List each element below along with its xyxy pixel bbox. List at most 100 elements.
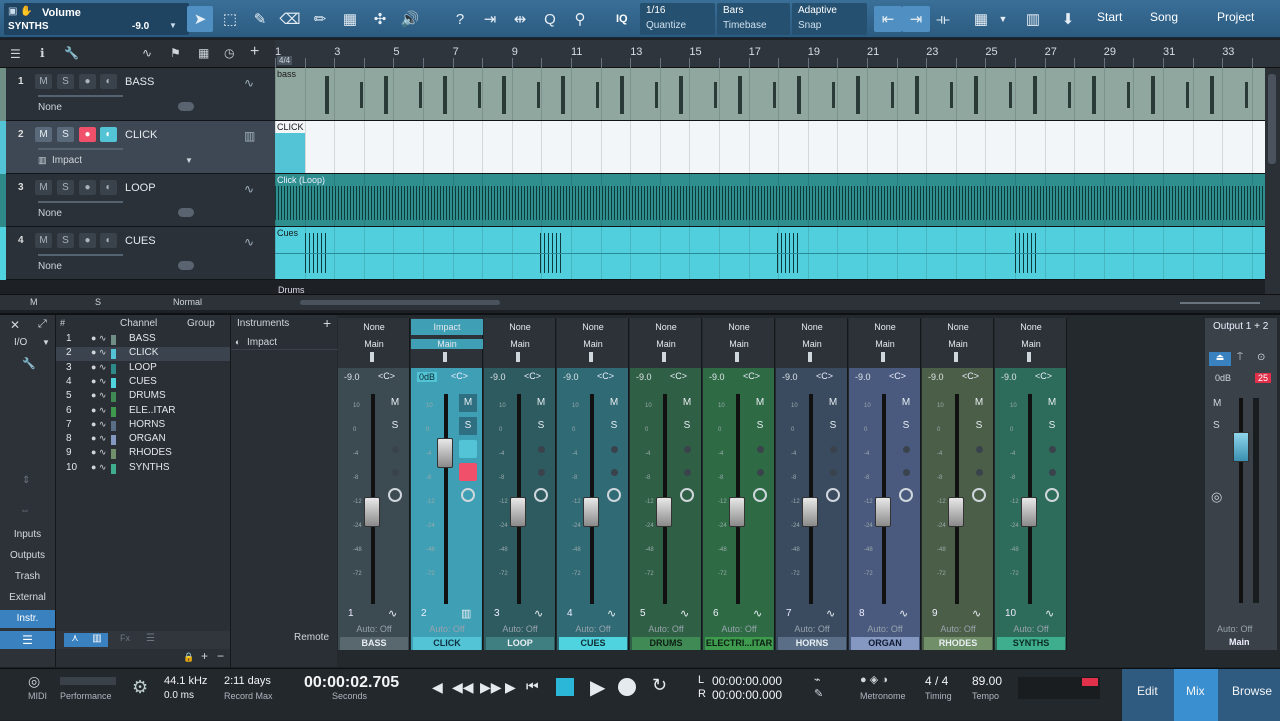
strip-record-dot[interactable]	[611, 469, 618, 476]
track-name[interactable]: LOOP	[125, 182, 156, 194]
strip-channel-name[interactable]: LOOP	[486, 637, 554, 650]
timeline-ruler[interactable]: 4/4 1 3 5 7 9 11 13 15 17 19 21 23 25 27 29 31 33	[275, 40, 1280, 68]
strip-knob-icon[interactable]	[461, 488, 475, 502]
loop-follow-icon[interactable]: ⇥	[477, 6, 503, 32]
strip-pan-indicator[interactable]	[370, 352, 374, 362]
instr-view-icon[interactable]: ⋏	[64, 633, 86, 647]
strip-output-select[interactable]: Main	[995, 339, 1067, 349]
strip-record-dot[interactable]	[1049, 469, 1056, 476]
strip-output-select[interactable]: Main	[630, 339, 702, 349]
strip-pan[interactable]: <C>	[597, 371, 614, 381]
track-lane[interactable]: bass	[275, 68, 1265, 121]
footer-mode[interactable]: Normal	[173, 297, 202, 307]
track-monitor-button[interactable]: ◐	[100, 127, 117, 142]
strip-output-select[interactable]: Main	[338, 339, 410, 349]
lock-icon[interactable]: 🔒	[183, 652, 194, 663]
tempo-value[interactable]: 89.00	[972, 674, 1002, 688]
track-volume-bar[interactable]	[38, 148, 123, 150]
track-mute-button[interactable]: M	[35, 74, 52, 89]
strip-record-dot[interactable]	[684, 469, 691, 476]
left-locator-time[interactable]: 00:00:00.000	[712, 674, 782, 688]
instr-button[interactable]: Instr.	[0, 610, 55, 628]
strip-volume[interactable]: -9.0	[782, 372, 798, 382]
strip-record-dot[interactable]	[830, 469, 837, 476]
wrench-icon[interactable]: 🔧	[64, 46, 79, 60]
add-channel-icon[interactable]: +	[201, 649, 208, 663]
strip-pan[interactable]: <C>	[451, 371, 468, 381]
output-input-icon[interactable]: ⏏	[1209, 352, 1231, 366]
strip-monitor-dot[interactable]	[1049, 446, 1056, 453]
strip-mute-button[interactable]: M	[605, 394, 623, 412]
strip-mute-button[interactable]: M	[824, 394, 842, 412]
strip-fader[interactable]	[656, 496, 672, 527]
vertical-scroll-thumb[interactable]	[1268, 74, 1276, 164]
strip-fader[interactable]	[364, 496, 380, 527]
track-monitor-button[interactable]: ◐	[100, 74, 117, 89]
grid-icon[interactable]: ▦	[198, 46, 209, 60]
output-solo[interactable]: S	[1213, 420, 1220, 431]
strip-volume[interactable]: -9.0	[855, 372, 871, 382]
channel-visibility-icon[interactable]: ● ∿	[91, 462, 106, 473]
strip-mute-button[interactable]: M	[897, 394, 915, 412]
play-button[interactable]: ▶	[590, 675, 605, 700]
strip-channel-name[interactable]: CLICK	[413, 637, 481, 650]
channel-list-row[interactable]: 2 ● ∿ CLICK	[56, 347, 231, 362]
strip-pan[interactable]: <C>	[378, 371, 395, 381]
channel-visibility-icon[interactable]: ● ∿	[91, 419, 106, 430]
strip-monitor-dot[interactable]	[611, 446, 618, 453]
channel-list-row[interactable]: 8 ● ∿ ORGAN	[56, 433, 231, 447]
track-record-button[interactable]: ●	[79, 74, 96, 89]
autoscroll-icon[interactable]: ⇹	[507, 6, 533, 32]
output-route-icon[interactable]: ⍑	[1237, 352, 1243, 363]
quantize-q-icon[interactable]: Q	[537, 6, 563, 32]
strip-solo-button[interactable]: S	[459, 417, 477, 435]
strip-knob-icon[interactable]	[388, 488, 402, 502]
time-display[interactable]: 00:00:02.705	[304, 674, 399, 692]
strip-mute-button[interactable]: M	[459, 394, 477, 412]
strip-input-select[interactable]: None	[557, 322, 629, 332]
strip-fader[interactable]	[1021, 496, 1037, 527]
channel-list-row[interactable]: 1 ● ∿ BASS	[56, 333, 231, 347]
strip-solo-button[interactable]: S	[824, 417, 842, 435]
add-instrument-icon[interactable]: +	[323, 315, 331, 331]
strip-channel-name[interactable]: HORNS	[778, 637, 846, 650]
track-volume-bar[interactable]	[38, 95, 123, 97]
track-record-button[interactable]: ●	[79, 233, 96, 248]
strip-output-select[interactable]: Main	[411, 339, 483, 349]
snap-left-icon[interactable]: ⇤	[874, 6, 902, 32]
track-lane[interactable]: CLICK	[275, 121, 1265, 174]
listen-tool-icon[interactable]: 🔊	[397, 6, 423, 32]
strip-pan[interactable]: <C>	[962, 371, 979, 381]
clock-icon[interactable]: ◷	[224, 46, 234, 60]
io-dropdown-icon[interactable]: ▼	[42, 338, 50, 347]
strip-volume[interactable]: -9.0	[490, 372, 506, 382]
expand-icon[interactable]: ⤢	[38, 318, 47, 331]
right-locator-time[interactable]: 00:00:00.000	[712, 688, 782, 702]
flag-icon[interactable]: ⚑	[170, 46, 181, 60]
output-volume[interactable]: 0dB	[1215, 373, 1231, 383]
external-button[interactable]: External	[0, 589, 55, 607]
strip-input-select[interactable]: Impact	[411, 319, 483, 335]
strip-pan[interactable]: <C>	[670, 371, 687, 381]
strip-output-select[interactable]: Main	[703, 339, 775, 349]
strip-fader[interactable]	[875, 496, 891, 527]
add-track-icon[interactable]: +	[250, 43, 259, 61]
strip-monitor-dot[interactable]	[830, 446, 837, 453]
automation-icon[interactable]: ∿	[142, 46, 152, 60]
strip-input-select[interactable]: None	[338, 322, 410, 332]
bend-tool-icon[interactable]: ✣	[367, 6, 393, 32]
close-mixer-icon[interactable]: ✕	[10, 318, 20, 332]
precount-icon[interactable]: ⌁	[814, 673, 821, 686]
strip-output-select[interactable]: Main	[776, 339, 848, 349]
output-auto[interactable]: Auto: Off	[1217, 624, 1252, 634]
strip-output-select[interactable]: Main	[484, 339, 556, 349]
strip-knob-icon[interactable]	[972, 488, 986, 502]
inputs-button[interactable]: Inputs	[0, 526, 55, 544]
strip-pan-indicator[interactable]	[662, 352, 666, 362]
strip-solo-button[interactable]: S	[532, 417, 550, 435]
snap-select[interactable]: Adaptive Snap	[792, 3, 867, 35]
strip-fader[interactable]	[948, 496, 964, 527]
horizontal-scroll-thumb[interactable]	[300, 300, 500, 305]
tool-icon[interactable]: 🔧	[22, 357, 36, 370]
strip-solo-button[interactable]: S	[605, 417, 623, 435]
